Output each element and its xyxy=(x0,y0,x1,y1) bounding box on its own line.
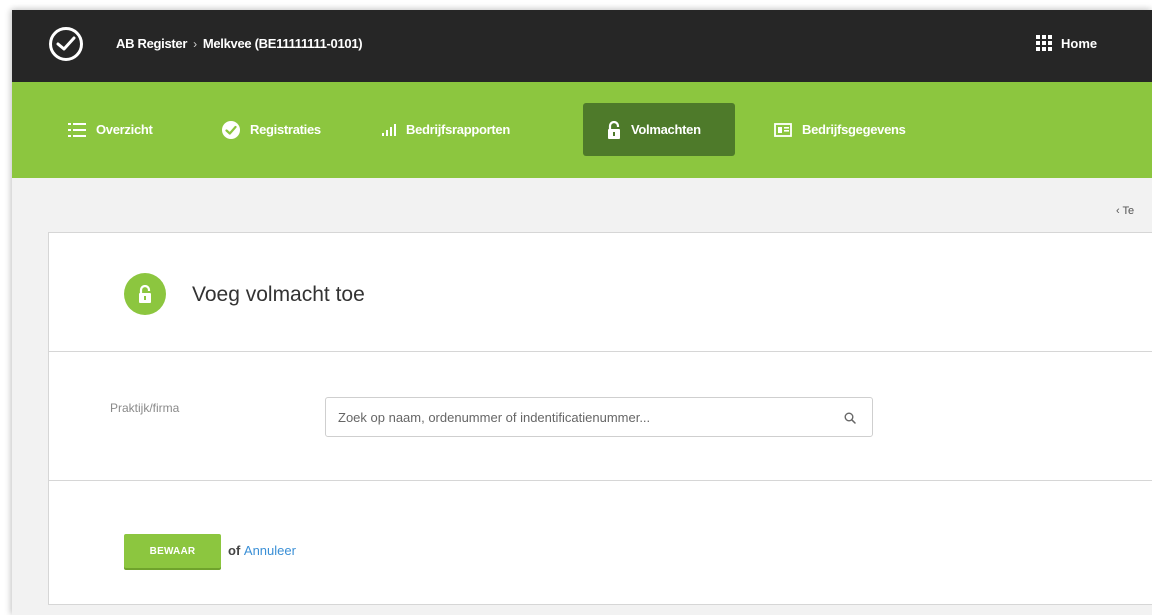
lock-badge-icon xyxy=(124,273,166,315)
lock-icon xyxy=(607,120,621,139)
nav-item-bedrijfsrapporten[interactable]: Bedrijfsrapporten xyxy=(370,103,522,156)
apps-grid-icon xyxy=(1036,35,1052,51)
home-label: Home xyxy=(1061,35,1098,51)
nav-label: Registraties xyxy=(250,122,321,137)
card-form-body: Praktijk/firma xyxy=(49,352,1152,481)
search-input[interactable] xyxy=(326,398,872,436)
breadcrumb-root[interactable]: AB Register xyxy=(116,36,187,51)
nav-item-bedrijfsgegevens[interactable]: Bedrijfsgegevens xyxy=(762,103,918,156)
page-title: Voeg volmacht toe xyxy=(192,283,365,306)
nav-item-registraties[interactable]: Registraties xyxy=(210,103,333,156)
main-nav: Overzicht Registraties Bedrijfsrapporten… xyxy=(12,82,1152,178)
breadcrumb-separator: › xyxy=(193,37,197,51)
practice-field-label: Praktijk/firma xyxy=(110,401,180,415)
search-icon[interactable] xyxy=(844,411,856,429)
nav-label: Overzicht xyxy=(96,122,153,137)
nav-label: Volmachten xyxy=(631,122,701,137)
cancel-link[interactable]: Annuleer xyxy=(244,543,296,558)
app-window: AB Register › Melkvee (BE11111111-0101) Ho… xyxy=(12,10,1152,615)
nav-label: Bedrijfsgegevens xyxy=(802,122,906,137)
chevron-left-icon: ‹ xyxy=(1116,205,1120,217)
or-text-wrapper: of Annuleer xyxy=(228,543,296,558)
top-bar: AB Register › Melkvee (BE11111111-0101) Ho… xyxy=(12,10,1152,82)
or-text: of xyxy=(228,543,241,558)
breadcrumb-current: Melkvee (BE11111111-0101) xyxy=(202,36,363,51)
nav-label: Bedrijfsrapporten xyxy=(406,122,510,137)
home-button[interactable]: Home xyxy=(1036,35,1097,51)
nav-item-volmachten[interactable]: Volmachten xyxy=(583,103,735,156)
card-header: Voeg volmacht toe xyxy=(49,233,1152,352)
add-authorization-card: Voeg volmacht toe Praktijk/firma BEWAAR … xyxy=(48,232,1152,605)
list-icon xyxy=(68,122,86,137)
bar-chart-icon xyxy=(382,123,396,136)
id-card-icon xyxy=(774,122,792,137)
save-button[interactable]: BEWAAR xyxy=(124,534,221,568)
logo-check-icon[interactable] xyxy=(49,27,83,61)
check-circle-icon xyxy=(222,120,240,139)
breadcrumb: AB Register › Melkvee (BE11111111-0101) xyxy=(116,36,363,51)
practice-search-field[interactable] xyxy=(325,397,873,437)
back-link[interactable]: ‹ Te xyxy=(1116,205,1134,217)
card-actions: BEWAAR of Annuleer xyxy=(49,481,1152,606)
back-link-label: Te xyxy=(1122,205,1135,217)
nav-item-overzicht[interactable]: Overzicht xyxy=(56,103,165,156)
